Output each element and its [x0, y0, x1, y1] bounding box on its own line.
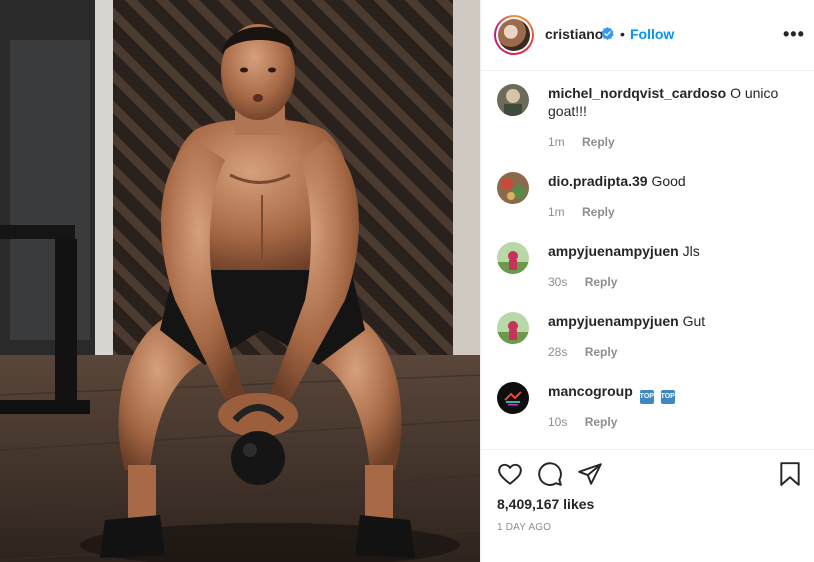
comment-meta: 10s Reply — [548, 415, 617, 429]
heart-icon[interactable] — [497, 461, 523, 487]
share-icon[interactable] — [577, 461, 603, 487]
reply-button[interactable]: Reply — [582, 135, 615, 149]
comment-message: Jls — [682, 243, 700, 259]
comment-message: Good — [651, 173, 686, 189]
comment-text: mancogroup TOP TOP — [548, 382, 788, 404]
follow-button[interactable]: Follow — [630, 26, 674, 42]
comment-username[interactable]: dio.pradipta.39 — [548, 173, 648, 189]
comment-time: 30s — [548, 275, 568, 289]
reply-button[interactable]: Reply — [582, 205, 615, 219]
commenter-avatar-image — [497, 172, 529, 204]
comment-message: Gut — [682, 313, 706, 329]
post-actions: 8,409,167 likes 1 DAY AGO — [481, 449, 814, 562]
commenter-avatar-image — [497, 312, 529, 344]
comment-time: 28s — [548, 345, 568, 359]
author-avatar-image — [498, 19, 530, 51]
comment-time: 1m — [548, 205, 565, 219]
comment-time: 1m — [548, 135, 565, 149]
author-avatar-inner — [496, 17, 532, 53]
author-avatar[interactable] — [494, 15, 534, 55]
comment-meta: 28s Reply — [548, 345, 617, 359]
comment-avatar[interactable] — [497, 312, 529, 344]
header-separator: • — [620, 26, 625, 42]
comment-meta: 30s Reply — [548, 275, 617, 289]
bookmark-icon[interactable] — [777, 461, 803, 487]
comment-avatar[interactable] — [497, 84, 529, 116]
comment-text: ampyjuenampyjuen Gut — [548, 312, 788, 330]
post-header: cristiano • Follow ••• — [481, 0, 814, 71]
comment-text: dio.pradipta.39 Good — [548, 172, 788, 190]
reply-button[interactable]: Reply — [585, 415, 618, 429]
comment-text: michel_nordqvist_cardoso O unico goat!!! — [548, 84, 788, 120]
comment-icon[interactable] — [537, 461, 563, 487]
author-username[interactable]: cristiano — [545, 26, 603, 42]
comment-username[interactable]: ampyjuenampyjuen — [548, 313, 679, 329]
post-image — [0, 0, 480, 562]
reply-button[interactable]: Reply — [585, 275, 618, 289]
verified-badge-icon — [601, 27, 614, 40]
comment-meta: 1m Reply — [548, 205, 615, 219]
reply-button[interactable]: Reply — [585, 345, 618, 359]
post-date[interactable]: 1 DAY AGO — [497, 522, 551, 533]
top-arrow-emoji-icon: TOP — [660, 390, 675, 404]
comment-avatar[interactable] — [497, 172, 529, 204]
post-photo — [0, 0, 480, 562]
comment-username[interactable]: mancogroup — [548, 383, 633, 399]
comment-avatar[interactable] — [497, 382, 529, 414]
comment-username[interactable]: michel_nordqvist_cardoso — [548, 85, 726, 101]
post-side-panel: cristiano • Follow ••• michel_nordqvist_… — [480, 0, 814, 562]
comment-username[interactable]: ampyjuenampyjuen — [548, 243, 679, 259]
comments-list[interactable]: michel_nordqvist_cardoso O unico goat!!!… — [481, 71, 814, 449]
comment-time: 10s — [548, 415, 568, 429]
commenter-avatar-image — [497, 382, 529, 414]
comment-avatar[interactable] — [497, 242, 529, 274]
more-options-button[interactable]: ••• — [783, 24, 805, 44]
comment-text: ampyjuenampyjuen Jls — [548, 242, 788, 260]
comment-meta: 1m Reply — [548, 135, 615, 149]
like-count[interactable]: 8,409,167 likes — [497, 496, 594, 512]
commenter-avatar-image — [497, 242, 529, 274]
commenter-avatar-image — [497, 84, 529, 116]
top-arrow-emoji-icon: TOP — [639, 390, 654, 404]
